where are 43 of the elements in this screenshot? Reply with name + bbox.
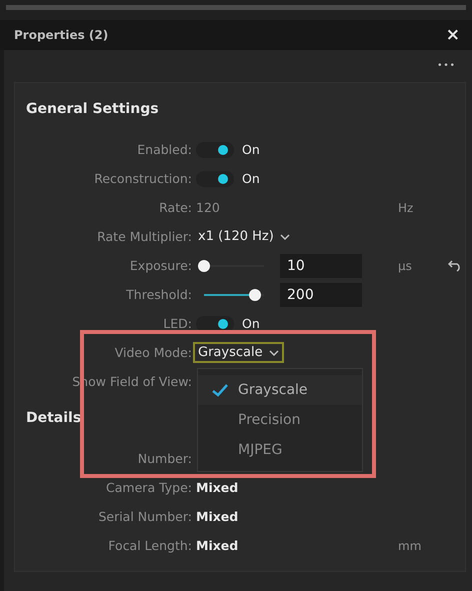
field-label: Video Mode:	[114, 345, 193, 360]
toggle-switch[interactable]	[196, 170, 234, 186]
field-label: Number:	[136, 451, 193, 466]
toggle-value: On	[242, 316, 260, 331]
section-heading: Details	[26, 410, 82, 428]
menu-item[interactable]: Precision	[198, 405, 362, 435]
panel-title: Properties (2)	[14, 28, 108, 42]
more-button[interactable]: •••	[437, 61, 456, 71]
toggle-value: On	[242, 171, 260, 186]
field-value: Mixed	[196, 538, 238, 553]
field-value: Mixed	[196, 480, 238, 495]
field-label: LED:	[162, 316, 193, 331]
field-label: Rate:	[158, 200, 193, 215]
section-heading: General Settings	[26, 101, 159, 119]
toggle-value: On	[242, 142, 260, 157]
dropdown[interactable]: Grayscale	[193, 342, 284, 363]
number-field[interactable]: 200	[280, 282, 362, 306]
unit-label: mm	[398, 538, 422, 552]
slider-thumb[interactable]	[249, 288, 261, 300]
toggle-switch[interactable]	[196, 316, 234, 332]
caret-icon	[268, 350, 279, 356]
field-label: Enabled:	[136, 142, 193, 157]
dropdown[interactable]: x1 (120 Hz)	[193, 226, 295, 247]
field-value: Mixed	[196, 509, 238, 524]
rate-value: 120	[196, 200, 220, 215]
field-label: Exposure:	[128, 258, 193, 273]
field-label: Serial Number:	[97, 509, 193, 524]
field-label: Rate Multiplier:	[96, 229, 193, 244]
unit-label: µs	[398, 258, 413, 272]
field-label: Threshold:	[125, 287, 193, 302]
caret-icon	[280, 234, 290, 240]
field-label: Camera Type:	[105, 480, 193, 495]
field-label: Focal Length:	[107, 538, 193, 553]
toggle-switch[interactable]	[196, 142, 234, 158]
unit-label: Hz	[398, 200, 414, 214]
menu-item[interactable]: Grayscale	[198, 375, 362, 405]
field-label: Reconstruction:	[93, 171, 193, 186]
close-button[interactable]: ×	[446, 26, 460, 44]
number-field[interactable]: 10	[280, 254, 362, 278]
check-icon	[212, 383, 228, 397]
undo-icon[interactable]	[448, 260, 462, 272]
slider-thumb[interactable]	[198, 260, 210, 272]
menu-item[interactable]: MJPEG	[198, 435, 362, 465]
